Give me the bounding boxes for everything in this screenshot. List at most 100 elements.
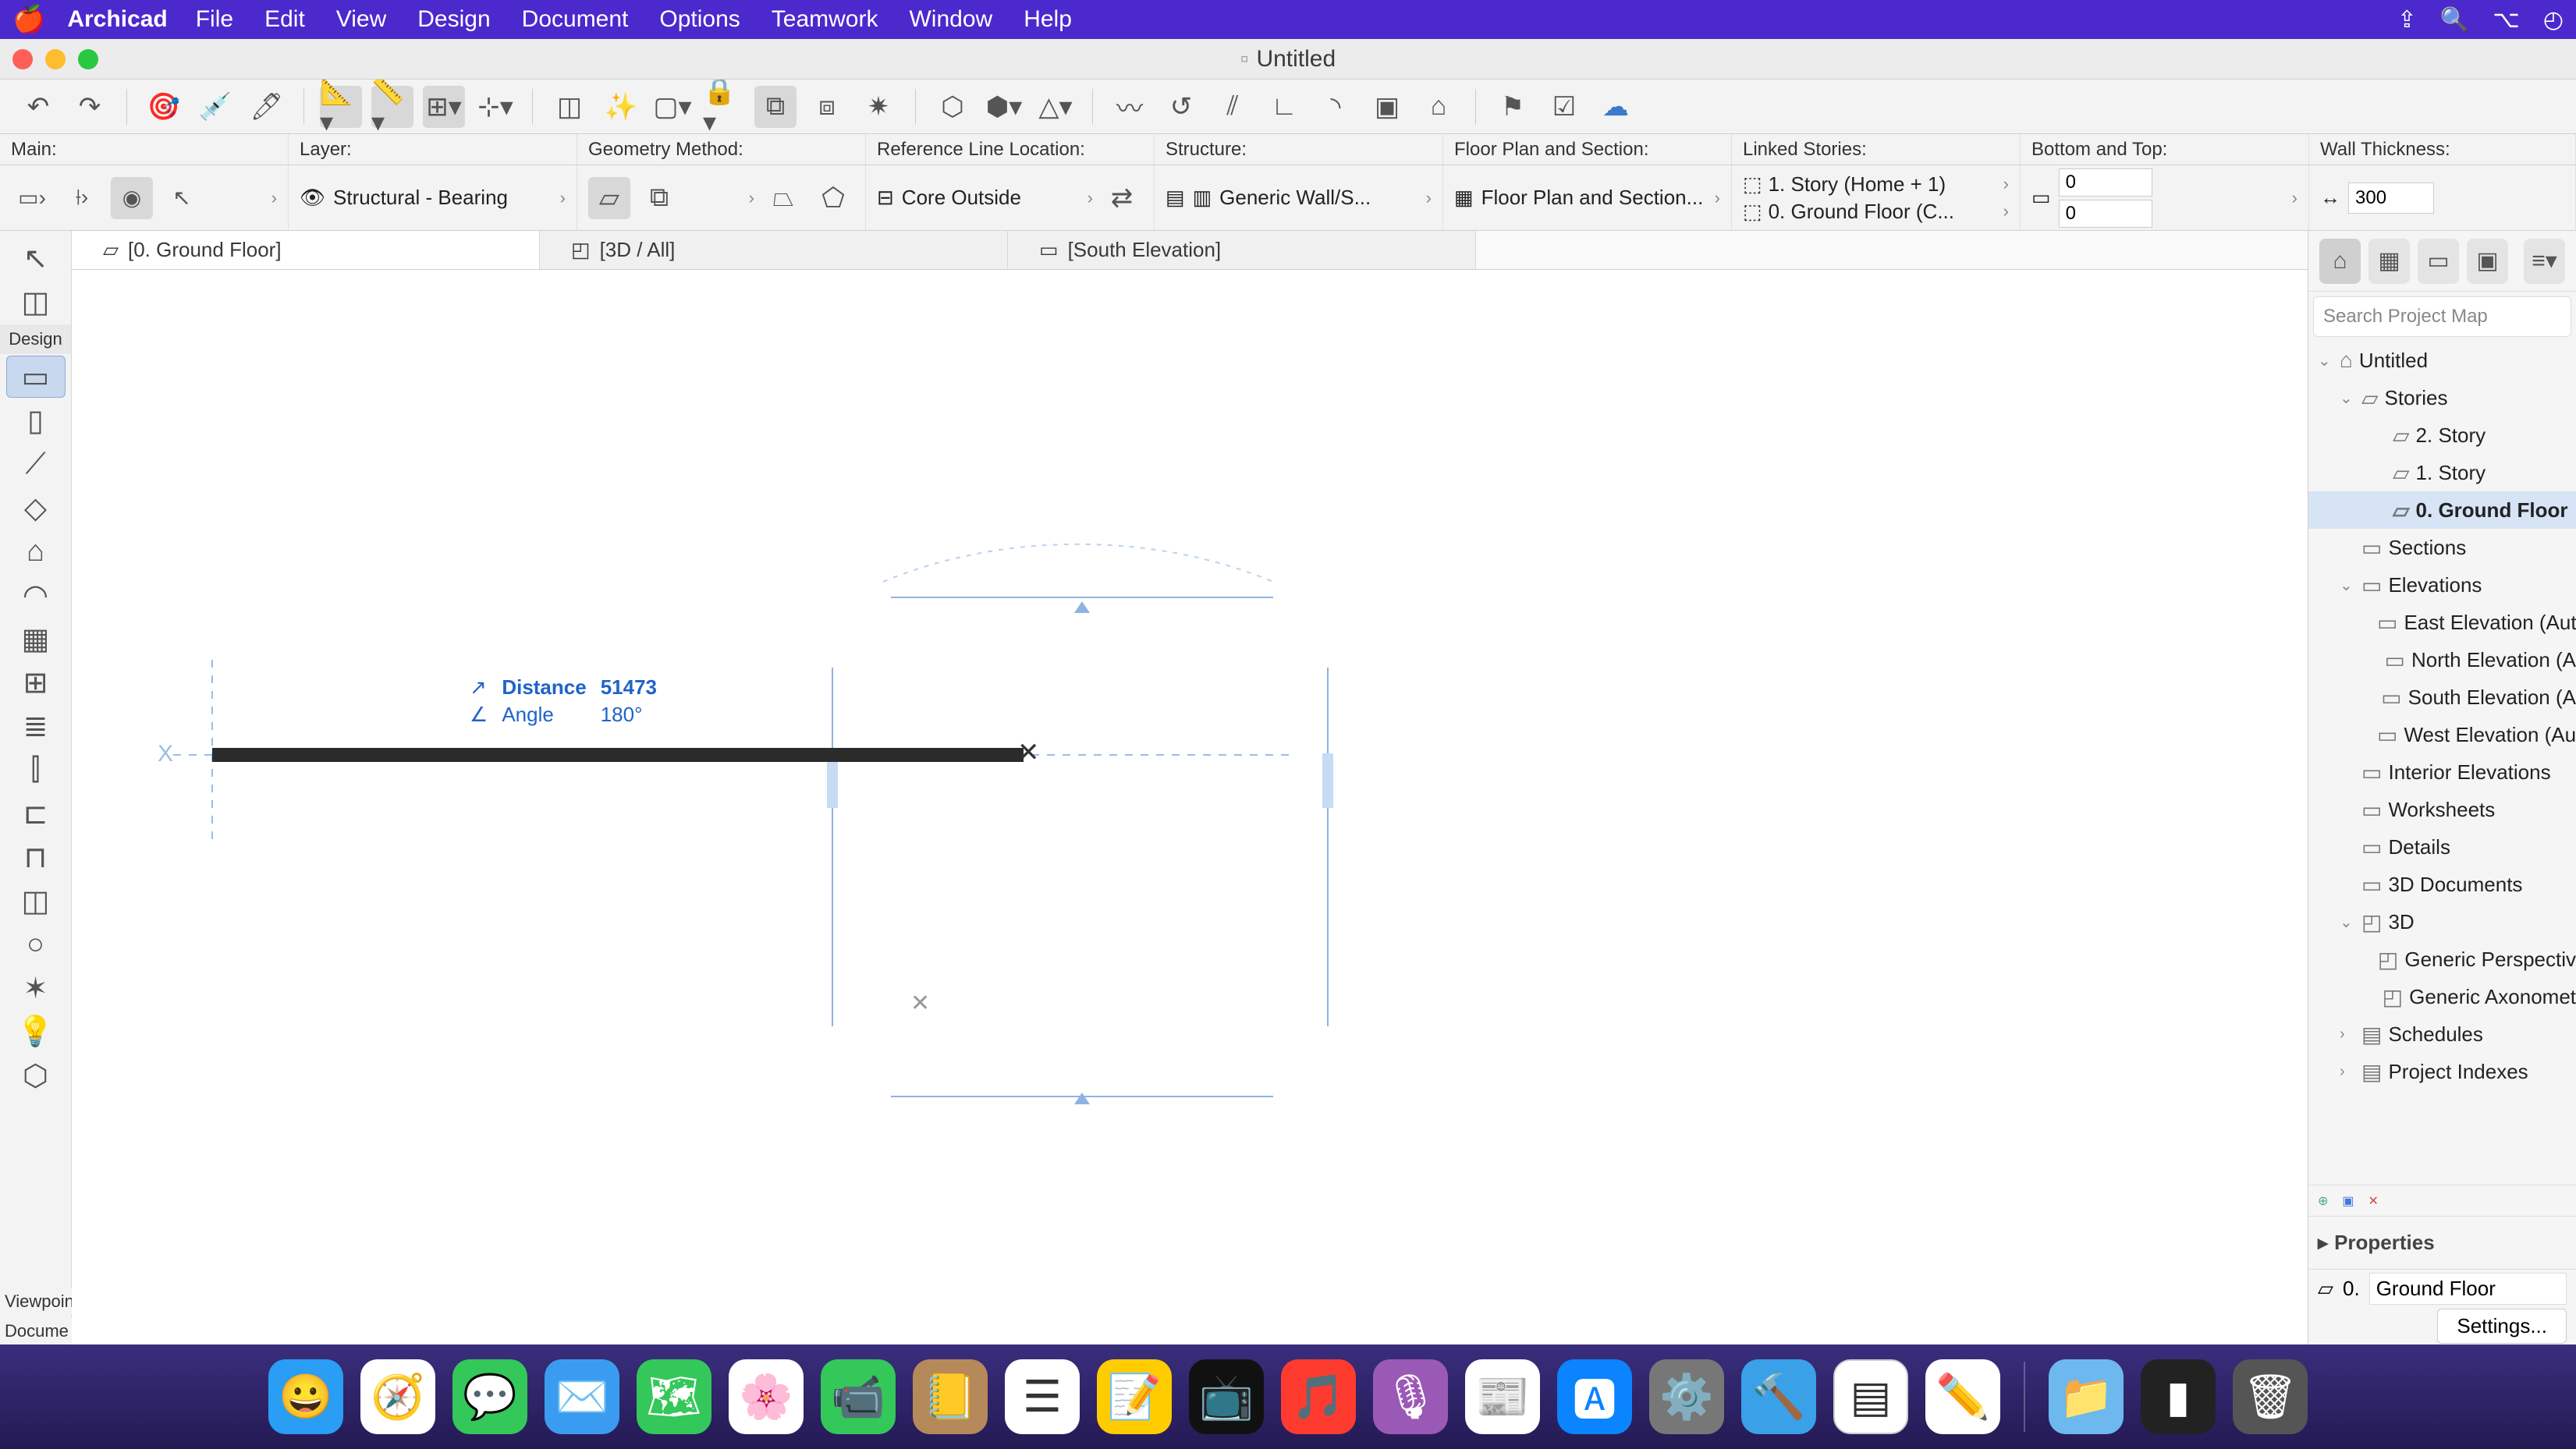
menu-window[interactable]: Window [909, 6, 992, 33]
flip-icon[interactable]: ⇄ [1101, 177, 1143, 219]
wall-thickness-input[interactable] [2348, 182, 2434, 214]
grid-icon[interactable]: ⊹▾ [474, 86, 516, 128]
top-elevation-input[interactable] [2059, 168, 2152, 197]
settings-button[interactable]: Settings... [2437, 1309, 2567, 1344]
tree-axonometry[interactable]: ◰Generic Axonomet [2308, 978, 2576, 1015]
marquee-tool[interactable]: ◫ [6, 281, 66, 323]
dock-notes[interactable]: 📝 [1097, 1359, 1172, 1434]
roof-tool[interactable]: ⌂ [6, 530, 66, 572]
menu-edit[interactable]: Edit [264, 6, 305, 33]
measure-icon[interactable]: 📐▾ [320, 86, 362, 128]
delete-view-icon[interactable]: ✕ [2368, 1193, 2379, 1209]
shell-tool[interactable]: ◠ [6, 574, 66, 616]
home-icon[interactable]: ⌂ [1418, 86, 1460, 128]
tree-east-elevation[interactable]: ▭East Elevation (Aut [2308, 604, 2576, 641]
layout-book-icon[interactable]: ▭ [2418, 239, 2459, 284]
tab-south-elevation[interactable]: ▭ [South Elevation] [1008, 231, 1476, 269]
dock-finder[interactable]: 😀 [268, 1359, 343, 1434]
new-view-icon[interactable]: ⊕ [2318, 1193, 2328, 1209]
menu-view[interactable]: View [336, 6, 386, 33]
tree-sections[interactable]: ▭Sections [2308, 529, 2576, 566]
redo-icon[interactable]: ↷ [69, 86, 111, 128]
lock-dropdown-icon[interactable]: 🔒▾ [703, 86, 745, 128]
chevron-right-icon[interactable]: › [271, 188, 277, 208]
tab-ground-floor[interactable]: ▱ [0. Ground Floor] [72, 231, 540, 269]
tree-stories[interactable]: ⌄▱Stories [2308, 379, 2576, 416]
fp-section-selector[interactable]: ▦ Floor Plan and Section... › [1443, 165, 1732, 230]
wall-tool[interactable]: ▭ [6, 356, 66, 398]
menu-teamwork[interactable]: Teamwork [772, 6, 878, 33]
layer-selector[interactable]: 👁 Structural - Bearing › [289, 165, 577, 230]
tree-3d[interactable]: ⌄◰3D [2308, 903, 2576, 941]
flag-icon[interactable]: ⚑ [1492, 86, 1534, 128]
square-icon[interactable]: ▣ [1366, 86, 1408, 128]
tree-story-2[interactable]: ▱2. Story [2308, 416, 2576, 454]
menu-document[interactable]: Document [522, 6, 629, 33]
explode-icon[interactable]: ✷ [857, 86, 899, 128]
mesh-tool[interactable]: ▦ [6, 618, 66, 660]
dock-tv[interactable]: 📺 [1189, 1359, 1264, 1434]
menu-options[interactable]: Options [659, 6, 740, 33]
marquee-icon[interactable]: ◫ [548, 86, 591, 128]
geometry-straight-icon[interactable]: ▱ [588, 177, 630, 219]
publisher-icon[interactable]: ▣ [2467, 239, 2508, 284]
project-map-icon[interactable]: ⌂ [2319, 239, 2361, 284]
menu-help[interactable]: Help [1024, 6, 1072, 33]
refline-selector[interactable]: ⊟ Core Outside › ⇄ [866, 165, 1155, 230]
dock-trash[interactable]: 🗑 [2233, 1359, 2308, 1434]
tree-3d-documents[interactable]: ▭3D Documents [2308, 866, 2576, 903]
drawing-canvas[interactable]: X ✕ ✕ ↗ Distance 51473 ∠ Angle 180° [72, 270, 2308, 1344]
clone-view-icon[interactable]: ▣ [2342, 1193, 2354, 1209]
magic-wand-icon[interactable]: ✨ [600, 86, 642, 128]
undo-icon[interactable]: ↶ [17, 86, 59, 128]
bezier-icon[interactable]: 〰 [1109, 86, 1151, 128]
curtain-wall-tool[interactable]: ⊞ [6, 661, 66, 703]
dock-downloads[interactable]: 📁 [2049, 1359, 2124, 1434]
skylight-tool[interactable]: ◫ [6, 880, 66, 922]
column-tool[interactable]: ▯ [6, 399, 66, 441]
suspend-groups-icon[interactable]: ⧉ [754, 86, 797, 128]
tree-schedules[interactable]: ›▤Schedules [2308, 1015, 2576, 1053]
home-story-top[interactable]: ⬚ 1. Story (Home + 1) › [1743, 172, 2009, 197]
minimize-button[interactable] [45, 49, 66, 69]
zoom-button[interactable] [78, 49, 98, 69]
opening-tool[interactable]: ○ [6, 923, 66, 965]
dock-music[interactable]: 🎵 [1281, 1359, 1356, 1434]
dock-textedit[interactable]: ✏️ [1925, 1359, 2000, 1434]
grid-mode-icon[interactable]: ⊞▾ [423, 86, 465, 128]
bottom-elevation-input[interactable] [2059, 200, 2152, 228]
link-icon[interactable]: ⧈ [806, 86, 848, 128]
geometry-trapezoid-icon[interactable]: ⏢ [762, 177, 804, 219]
tree-interior-elevations[interactable]: ▭Interior Elevations [2308, 753, 2576, 791]
chevron-right-icon[interactable]: › [2292, 188, 2297, 208]
arc-icon[interactable]: ◝ [1315, 86, 1357, 128]
wall-mode-icon[interactable]: ▭› [11, 177, 53, 219]
dock-mail[interactable]: ✉️ [545, 1359, 619, 1434]
dock-maps[interactable]: 🗺 [637, 1359, 711, 1434]
cube-dropdown-icon[interactable]: ▢▾ [651, 86, 694, 128]
angle-icon[interactable]: ∟ [1263, 86, 1305, 128]
checklist-icon[interactable]: ☑ [1543, 86, 1585, 128]
morph-tool[interactable]: ⬡ [6, 1054, 66, 1096]
tree-west-elevation[interactable]: ▭West Elevation (Au [2308, 716, 2576, 753]
triangle-dropdown-icon[interactable]: △▾ [1034, 86, 1077, 128]
dock-safari[interactable]: 🧭 [360, 1359, 435, 1434]
tree-perspective[interactable]: ◰Generic Perspectiv [2308, 941, 2576, 978]
menu-design[interactable]: Design [417, 6, 490, 33]
tree-south-elevation[interactable]: ▭South Elevation (A [2308, 678, 2576, 716]
tree-story-1[interactable]: ▱1. Story [2308, 454, 2576, 491]
dock-facetime[interactable]: 📹 [821, 1359, 896, 1434]
home-story-bottom[interactable]: ⬚ 0. Ground Floor (C... › [1743, 200, 2009, 224]
dash-hex-icon[interactable]: ⬡ [931, 86, 974, 128]
railing-tool[interactable]: ⫿ [6, 749, 66, 791]
dock-news[interactable]: 📰 [1465, 1359, 1540, 1434]
structure-selector[interactable]: ▤ ▥ Generic Wall/S... › [1155, 165, 1443, 230]
dock-contacts[interactable]: 📒 [913, 1359, 988, 1434]
object-tool[interactable]: ✶ [6, 967, 66, 1009]
upload-icon[interactable]: ⇪ [2397, 6, 2417, 34]
app-name[interactable]: Archicad [67, 6, 167, 33]
spotlight-icon[interactable]: 🔍 [2440, 6, 2469, 34]
tree-worksheets[interactable]: ▭Worksheets [2308, 791, 2576, 828]
hex-dropdown-icon[interactable]: ⬢▾ [983, 86, 1025, 128]
dock-reminders[interactable]: ☰ [1005, 1359, 1080, 1434]
